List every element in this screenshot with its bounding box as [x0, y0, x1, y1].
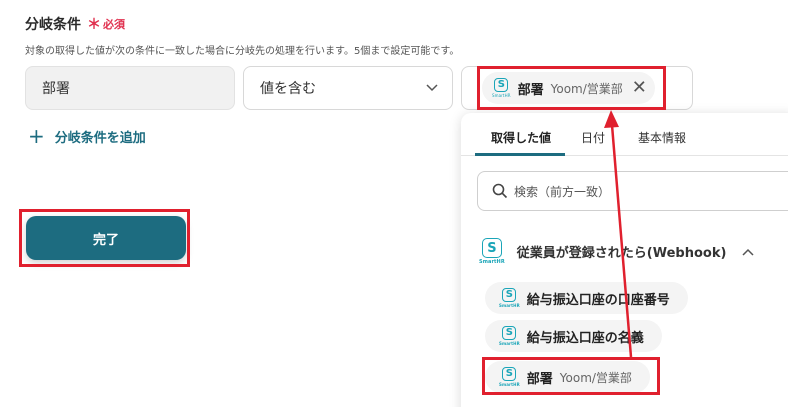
arrow-annotation — [604, 110, 633, 358]
